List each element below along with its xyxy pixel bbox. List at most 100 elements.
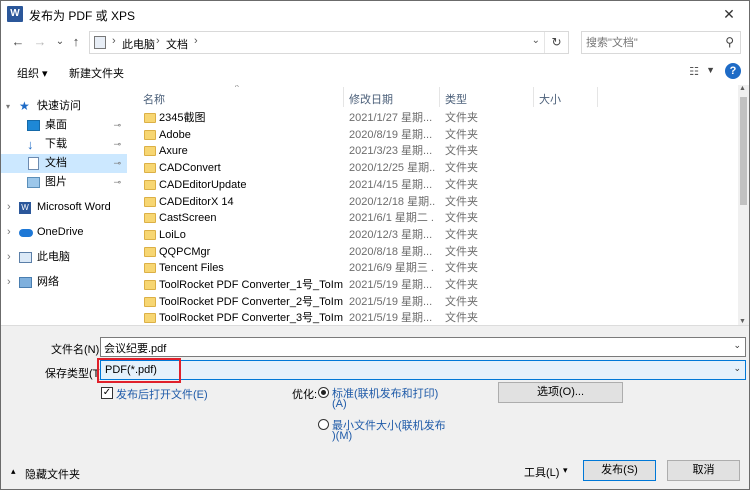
sidebar-item-documents[interactable]: 文档 ⊸ [1, 154, 127, 173]
optimize-standard-label-line2[interactable]: (A) [332, 398, 347, 410]
table-row[interactable]: CADEditorX 14 2020/12/18 星期... 文件夹 [129, 194, 738, 211]
chevron-right-icon[interactable]: › [7, 223, 11, 242]
file-date: 2020/12/25 星期... [349, 162, 435, 175]
sidebar-item-this-pc[interactable]: › 此电脑 [1, 248, 127, 267]
chevron-right-icon[interactable]: › [7, 198, 11, 217]
sidebar-item-pictures[interactable]: 图片 ⊸ [1, 173, 127, 192]
radio-selected-dot [321, 390, 326, 395]
optimize-minimum-radio[interactable] [318, 419, 329, 430]
computer-icon [94, 36, 106, 49]
file-type: 文件夹 [445, 228, 478, 241]
open-after-publish-checkbox[interactable]: ✓ [101, 387, 113, 399]
sidebar-item-label: 图片 [45, 176, 67, 188]
chevron-down-icon[interactable]: ⌄ [532, 35, 540, 46]
file-date: 2020/8/19 星期... [349, 128, 433, 141]
cancel-button[interactable]: 取消 [667, 460, 740, 481]
column-divider[interactable] [343, 87, 344, 107]
optimize-standard-radio[interactable] [318, 387, 329, 398]
sidebar-item-microsoft-word[interactable]: › W Microsoft Word [1, 198, 127, 217]
table-row[interactable]: CastScreen 2021/6/1 星期二 ... 文件夹 [129, 210, 738, 227]
organize-button[interactable]: 组织 ▾ [17, 65, 48, 81]
table-row[interactable]: CADEditorUpdate 2021/4/15 星期... 文件夹 [129, 177, 738, 194]
file-type: 文件夹 [445, 195, 478, 208]
sidebar-item-onedrive[interactable]: › OneDrive [1, 223, 127, 242]
sidebar-item-quick-access[interactable]: ▾ ★ 快速访问 [1, 97, 127, 116]
back-button[interactable]: ← [9, 33, 27, 51]
optimize-standard-label[interactable]: 标准(联机发布和打印) [332, 385, 438, 401]
sidebar-item-network[interactable]: › 网络 [1, 273, 127, 292]
publish-button[interactable]: 发布(S) [583, 460, 656, 481]
optimize-minimum-label-line2[interactable]: )(M) [332, 430, 352, 442]
file-name: ToolRocket PDF Converter_1号_ToIm... [159, 279, 344, 291]
chevron-down-icon[interactable]: ⌄ [733, 363, 741, 374]
column-header-size[interactable]: 大小 [539, 91, 561, 107]
tools-button[interactable]: 工具(L) [524, 464, 559, 480]
scroll-up-icon[interactable]: ▲ [739, 85, 746, 92]
chevron-down-icon[interactable]: ⌄ [733, 340, 741, 351]
view-options-icon[interactable]: ☷ [689, 65, 699, 78]
publish-dialog: W 发布为 PDF 或 XPS ✕ ← → ⌄ ↑ › 此电脑 › 文档 › ⌄… [0, 0, 750, 490]
file-list-scrollbar[interactable]: ▲ ▼ [738, 85, 749, 325]
file-type: 文件夹 [445, 128, 478, 141]
table-row[interactable]: Axure 2021/3/23 星期... 文件夹 [129, 143, 738, 160]
forward-button[interactable]: → [31, 33, 49, 51]
new-folder-button[interactable]: 新建文件夹 [69, 65, 124, 81]
folder-icon [144, 213, 156, 224]
sidebar-item-downloads[interactable]: ↓ 下载 ⊸ [1, 135, 127, 154]
column-header-type[interactable]: 类型 [445, 91, 467, 107]
filetype-select[interactable]: PDF(*.pdf) ⌄ [100, 360, 746, 380]
address-bar[interactable]: › 此电脑 › 文档 › ⌄ ↻ [89, 31, 569, 54]
folder-icon [144, 313, 156, 324]
table-row[interactable]: ToolRocket PDF Converter_1号_ToIm... 2021/… [129, 277, 738, 294]
file-name: ToolRocket PDF Converter_2号_ToIm... [159, 295, 344, 308]
scroll-down-icon[interactable]: ▼ [739, 318, 746, 325]
table-row[interactable]: QQPCMgr 2020/8/18 星期... 文件夹 [129, 244, 738, 261]
filename-input[interactable] [104, 340, 704, 355]
sidebar-item-desktop[interactable]: 桌面 ⊸ [1, 116, 127, 135]
word-icon: W [19, 202, 31, 214]
refresh-button[interactable]: ↻ [544, 32, 568, 53]
computer-icon [19, 252, 32, 263]
sidebar-item-label: 快速访问 [37, 100, 81, 112]
hide-folders-button[interactable]: 隐藏文件夹 [25, 466, 80, 482]
breadcrumb-documents[interactable]: 文档 [166, 36, 188, 52]
column-divider[interactable] [597, 87, 598, 107]
command-toolbar: 组织 ▾ 新建文件夹 ☷ ▼ ? [1, 59, 749, 85]
chevron-right-icon[interactable]: › [7, 248, 11, 267]
column-header-date[interactable]: 修改日期 [349, 91, 393, 107]
picture-icon [27, 177, 40, 188]
file-date: 2021/3/23 星期... [349, 145, 433, 158]
breadcrumb-this-pc[interactable]: 此电脑 [122, 36, 155, 52]
hide-folders-icon[interactable]: ▴ [11, 466, 16, 477]
column-header-name[interactable]: 名称 [143, 91, 165, 107]
sidebar-item-label: 网络 [37, 276, 59, 288]
table-row[interactable]: ToolRocket PDF Converter_3号_ToIm... 2021/… [129, 310, 738, 325]
help-button[interactable]: ? [725, 63, 741, 79]
options-button[interactable]: 选项(O)... [498, 382, 623, 403]
file-name: 2345截图 [159, 112, 206, 124]
filename-field[interactable]: ⌄ [100, 337, 746, 357]
breadcrumb-separator-icon: › [194, 35, 198, 47]
table-row[interactable]: Tencent Files 2021/6/9 星期三 ... 文件夹 [129, 260, 738, 277]
table-row[interactable]: CADConvert 2020/12/25 星期... 文件夹 [129, 160, 738, 177]
word-app-icon: W [7, 6, 23, 22]
scroll-thumb[interactable] [740, 97, 747, 205]
table-row[interactable]: 2345截图 2021/1/27 星期... 文件夹 [129, 110, 738, 127]
open-after-publish-label[interactable]: 发布后打开文件(E) [116, 386, 208, 402]
folder-icon [144, 229, 156, 240]
file-type: 文件夹 [445, 279, 478, 291]
chevron-right-icon[interactable]: › [7, 273, 11, 292]
table-row[interactable]: LoiLo 2020/12/3 星期... 文件夹 [129, 227, 738, 244]
close-button[interactable]: ✕ [715, 4, 743, 24]
column-divider[interactable] [533, 87, 534, 107]
search-input[interactable] [586, 35, 716, 50]
file-list: ^ 名称 修改日期 类型 大小 2345截图 2021/1/27 星期... 文件夹… [129, 85, 738, 325]
chevron-down-icon[interactable]: ▾ [6, 97, 10, 116]
table-row[interactable]: ToolRocket PDF Converter_2号_ToIm... 2021/… [129, 294, 738, 311]
column-divider[interactable] [439, 87, 440, 107]
chevron-down-icon[interactable]: ▼ [706, 65, 715, 75]
chevron-down-icon[interactable]: ▾ [563, 465, 568, 476]
search-box[interactable]: ⚲ [581, 31, 741, 54]
table-row[interactable]: Adobe 2020/8/19 星期... 文件夹 [129, 127, 738, 144]
up-button[interactable]: ↑ [67, 33, 85, 51]
